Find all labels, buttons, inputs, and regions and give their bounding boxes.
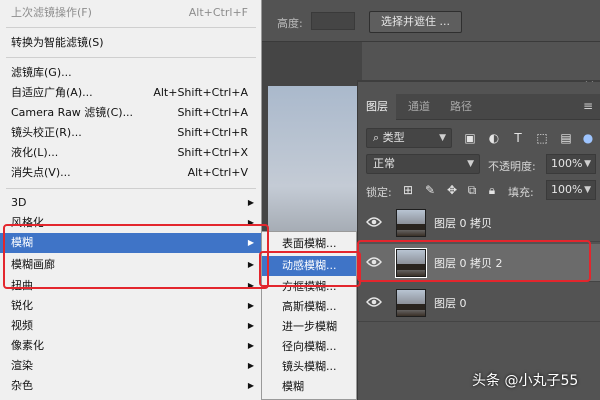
tab-layers[interactable]: 图层 <box>358 94 396 120</box>
menu-separator <box>6 188 256 189</box>
menu-item-filter-gallery[interactable]: 滤镜库(G)... <box>0 63 262 83</box>
submenu-item-gaussian-blur[interactable]: 高斯模糊... <box>262 297 356 317</box>
menu-item-label: 上次滤镜操作(F) <box>11 6 92 19</box>
annotation-highlight-box <box>357 240 591 282</box>
menu-item-pixelate[interactable]: 像素化 ▶ <box>0 336 262 356</box>
lock-artboard-icon[interactable]: ⧉ <box>464 182 480 198</box>
opacity-label: 不透明度: <box>488 160 536 173</box>
pixel-filter-icon[interactable]: ▣ <box>462 130 478 146</box>
tab-channels[interactable]: 通道 <box>400 94 438 120</box>
layer-name[interactable]: 图层 0 拷贝 <box>434 215 492 231</box>
smart-object-filter-icon[interactable]: ▤ <box>558 130 574 146</box>
menu-item-label: 转换为智能滤镜(S) <box>11 36 104 49</box>
menu-item-convert-smart-filter[interactable]: 转换为智能滤镜(S) <box>0 33 262 53</box>
menu-item-render[interactable]: 渲染 ▶ <box>0 356 262 376</box>
menu-item-label: 锐化 <box>11 299 33 312</box>
fill-label: 填充: <box>508 186 534 199</box>
menu-item-camera-raw[interactable]: Camera Raw 滤镜(C)... Shift+Ctrl+A <box>0 103 262 123</box>
menu-item-label: 消失点(V)... <box>11 166 71 179</box>
lock-all-icon[interactable]: 🔒︎ <box>484 182 500 198</box>
filter-menu: 上次滤镜操作(F) Alt+Ctrl+F 转换为智能滤镜(S) 滤镜库(G)..… <box>0 0 262 400</box>
panel-menu-icon[interactable]: ≡ <box>583 99 593 113</box>
submenu-item-radial-blur[interactable]: 径向模糊... <box>262 337 356 357</box>
watermark-text: 头条 @小丸子55 <box>472 373 579 389</box>
submenu-arrow-icon: ▶ <box>247 321 254 330</box>
submenu-arrow-icon: ▶ <box>247 198 254 207</box>
menu-separator <box>6 57 256 58</box>
lock-position-icon[interactable]: ✥ <box>444 182 460 198</box>
search-icon: ⌕ <box>373 131 383 144</box>
lock-image-icon[interactable]: ✎ <box>422 182 438 198</box>
type-filter-icon[interactable]: T <box>510 130 526 146</box>
layer-name[interactable]: 图层 0 <box>434 295 467 311</box>
menu-item-label: 镜头校正(R)... <box>11 126 82 139</box>
menu-item-liquify[interactable]: 液化(L)... Shift+Ctrl+X <box>0 143 262 163</box>
menu-item-label: 液化(L)... <box>11 146 59 159</box>
height-field[interactable] <box>311 12 355 30</box>
annotation-highlight-box <box>3 224 269 289</box>
menu-item-shortcut: Alt+Shift+Ctrl+A <box>153 86 248 99</box>
menu-item-label: 视频 <box>11 319 33 332</box>
height-label: 高度: <box>277 17 303 30</box>
menu-item-label: 自适应广角(A)... <box>11 86 93 99</box>
lock-label: 锁定: <box>366 186 392 199</box>
menu-item-label: 滤镜库(G)... <box>11 66 72 79</box>
layer-row[interactable]: 图层 0 拷贝 <box>358 204 600 242</box>
menu-item-label: 像素化 <box>11 339 44 352</box>
menu-item-label: 杂色 <box>11 379 33 392</box>
visibility-eye-icon[interactable] <box>366 216 382 228</box>
filter-toggle-icon[interactable]: ● <box>580 130 596 146</box>
blend-mode-value: 正常 <box>373 157 395 170</box>
submenu-arrow-icon: ▶ <box>247 381 254 390</box>
menu-item-lens-correction[interactable]: 镜头校正(R)... Shift+Ctrl+R <box>0 123 262 143</box>
submenu-arrow-icon: ▶ <box>247 341 254 350</box>
menu-item-shortcut: Shift+Ctrl+R <box>177 126 248 139</box>
menu-item-shortcut: Shift+Ctrl+X <box>177 146 248 159</box>
submenu-item-blur-more[interactable]: 进一步模糊 <box>262 317 356 337</box>
menu-item-3d[interactable]: 3D ▶ <box>0 193 262 213</box>
chevron-down-icon: ▼ <box>439 133 446 143</box>
menu-item-adaptive-wide-angle[interactable]: 自适应广角(A)... Alt+Shift+Ctrl+A <box>0 83 262 103</box>
menu-item-label: 3D <box>11 196 27 209</box>
menu-item-shortcut: Alt+Ctrl+V <box>187 166 248 179</box>
panel-tabs: 图层 通道 路径 ≡ <box>358 94 600 120</box>
kind-filter-value: 类型 <box>382 131 405 144</box>
chevron-down-icon: ▼ <box>584 159 591 169</box>
menu-item-sharpen[interactable]: 锐化 ▶ <box>0 296 262 316</box>
chevron-down-icon: ▼ <box>467 159 474 169</box>
menu-item-label: Camera Raw 滤镜(C)... <box>11 106 134 119</box>
kind-filter-select[interactable]: ⌕ 类型 ▼ <box>366 128 452 148</box>
menu-item-vanishing-point[interactable]: 消失点(V)... Alt+Ctrl+V <box>0 163 262 183</box>
fill-field[interactable]: 100% ▼ <box>546 180 596 200</box>
layer-row[interactable]: 图层 0 <box>358 284 600 322</box>
opacity-field[interactable]: 100% ▼ <box>546 154 596 174</box>
tab-paths[interactable]: 路径 <box>442 94 480 120</box>
shape-filter-icon[interactable]: ⬚ <box>534 130 550 146</box>
submenu-arrow-icon: ▶ <box>247 301 254 310</box>
menu-item-last-filter[interactable]: 上次滤镜操作(F) Alt+Ctrl+F <box>0 3 262 23</box>
layer-thumbnail <box>396 209 426 237</box>
opacity-value: 100% <box>551 157 583 170</box>
menu-item-noise[interactable]: 杂色 ▶ <box>0 376 262 396</box>
menu-item-shortcut: Shift+Ctrl+A <box>177 106 248 119</box>
chevron-down-icon: ▼ <box>584 185 591 195</box>
annotation-highlight-box <box>259 251 361 287</box>
layer-thumbnail <box>396 289 426 317</box>
visibility-eye-icon[interactable] <box>366 296 382 308</box>
menu-separator <box>6 27 256 28</box>
submenu-item-lens-blur[interactable]: 镜头模糊... <box>262 357 356 377</box>
fill-value: 100% <box>551 183 583 196</box>
menu-item-shortcut: Alt+Ctrl+F <box>188 6 248 19</box>
submenu-arrow-icon: ▶ <box>247 361 254 370</box>
select-and-mask-button[interactable]: 选择并遮住 ... <box>369 11 462 33</box>
menu-item-label: 渲染 <box>11 359 33 372</box>
lock-transparent-icon[interactable]: ⊞ <box>400 182 416 198</box>
menu-item-video[interactable]: 视频 ▶ <box>0 316 262 336</box>
blend-mode-select[interactable]: 正常 ▼ <box>366 154 480 174</box>
submenu-item-blur[interactable]: 模糊 <box>262 377 356 397</box>
adjustment-filter-icon[interactable]: ◐ <box>486 130 502 146</box>
